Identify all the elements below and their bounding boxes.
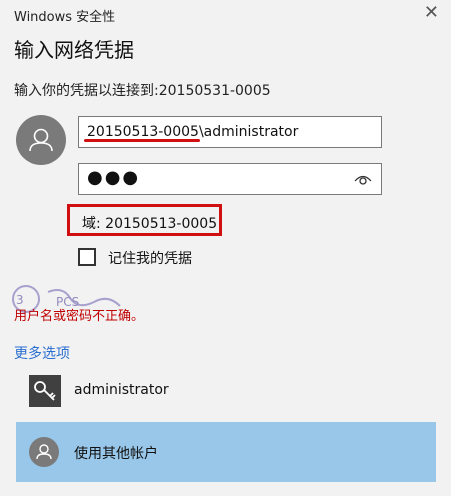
user-avatar-icon [16, 115, 66, 165]
close-icon[interactable]: ✕ [424, 4, 439, 22]
dialog-heading: 输入网络凭据 [14, 38, 134, 62]
remember-checkbox[interactable] [78, 248, 96, 266]
domain-highlight-box: 域: 20150513-0005 [67, 204, 222, 236]
error-message: 用户名或密码不正确。 [14, 309, 145, 324]
password-input[interactable]: ●●● [78, 163, 382, 195]
username-value: 20150513-0005\administrator [87, 124, 299, 140]
key-icon [29, 375, 61, 407]
window-title: Windows 安全性 [14, 10, 116, 25]
user-icon [29, 437, 59, 467]
connect-prompt: 输入你的凭据以连接到:20150531-0005 [14, 83, 271, 99]
account-label: administrator [74, 382, 169, 398]
username-highlight-underline [84, 139, 200, 142]
password-mask: ●●● [87, 167, 141, 188]
domain-label: 域: 20150513-0005 [82, 216, 218, 232]
more-options-link[interactable]: 更多选项 [14, 343, 70, 363]
account-label: 使用其他帐户 [74, 446, 158, 462]
remember-label: 记住我的凭据 [108, 251, 192, 267]
username-input[interactable]: 20150513-0005\administrator [78, 116, 382, 148]
reveal-password-eye-icon[interactable] [354, 172, 372, 191]
account-option-other[interactable]: 使用其他帐户 [16, 422, 436, 482]
account-option-administrator[interactable]: administrator [16, 364, 436, 420]
